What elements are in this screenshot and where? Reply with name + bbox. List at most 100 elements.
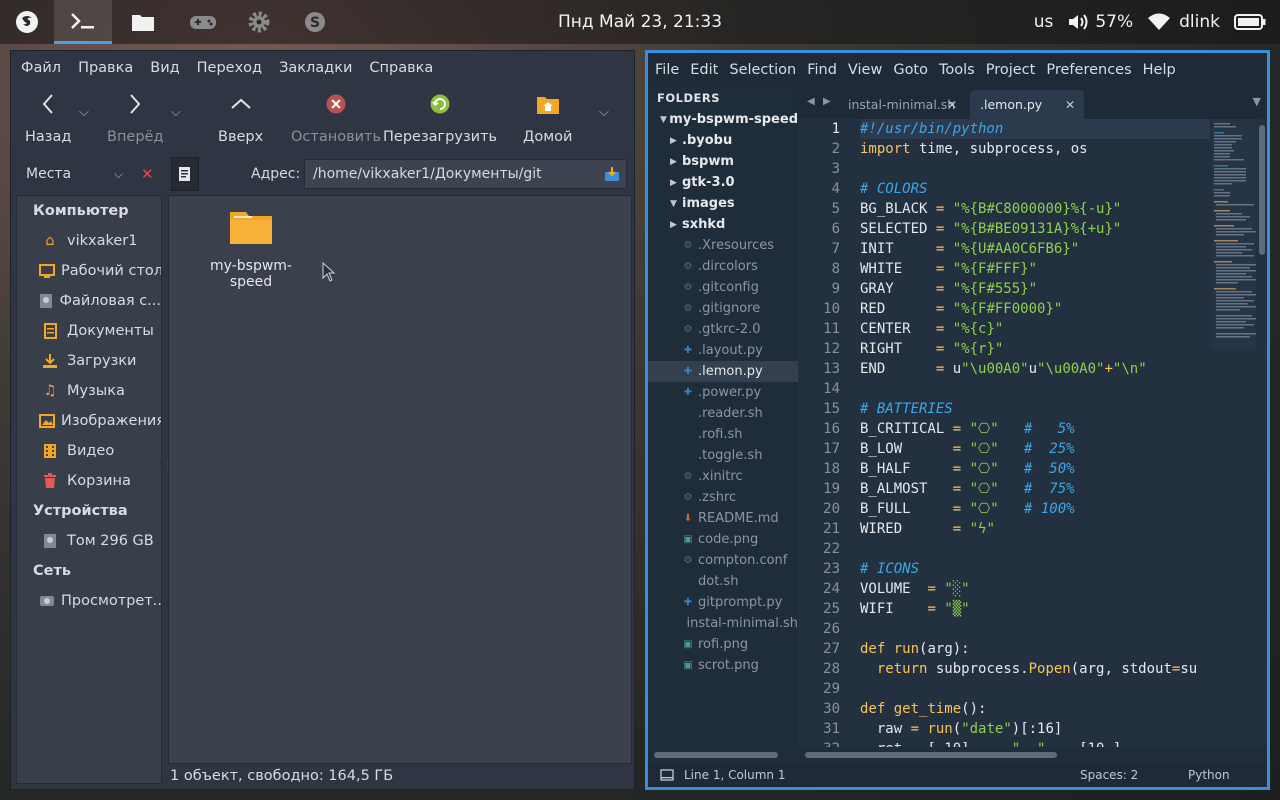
tree-file[interactable]: ⬇ README.md: [648, 508, 798, 529]
code-line[interactable]: B_CRITICAL = "⎔" # 5%: [860, 419, 1210, 439]
code-line[interactable]: WIFI = "▒": [860, 599, 1210, 619]
code-line[interactable]: raw = run("date")[:16]: [860, 719, 1210, 739]
tree-file[interactable]: ⚙ .xinitrc: [648, 466, 798, 487]
wifi-icon[interactable]: [1147, 12, 1171, 32]
tree-file[interactable]: ⚙ compton.conf: [648, 550, 798, 571]
folder-icon[interactable]: [116, 0, 170, 44]
code-line[interactable]: [860, 159, 1210, 179]
sidebar-item-music[interactable]: ♫ Музыка: [17, 376, 161, 406]
panel-toggle-icon[interactable]: [660, 769, 674, 781]
folder-item[interactable]: my-bspwm-speed: [191, 208, 311, 290]
tree-folder-sxhkd[interactable]: ▶ sxhkd: [648, 214, 798, 235]
sidebar-item-browse-network[interactable]: Просмотрет...: [17, 586, 161, 616]
code-line[interactable]: return subprocess.Popen(arg, stdout=su: [860, 659, 1210, 679]
sidebar-item-volume[interactable]: Том 296 GB: [17, 526, 161, 556]
menu-find[interactable]: Find: [807, 62, 848, 78]
go-to-address-icon[interactable]: [604, 166, 620, 186]
horizontal-scrollbar[interactable]: [648, 747, 1267, 763]
tab-lemon-py[interactable]: .lemon.py ✕: [970, 90, 1084, 119]
code-line[interactable]: CENTER = "%{c}": [860, 319, 1210, 339]
toolbar-overflow-dropdown[interactable]: ⌵: [599, 105, 609, 120]
firefox-icon[interactable]: [0, 0, 54, 44]
code-line[interactable]: B_ALMOST = "⎔" # 75%: [860, 479, 1210, 499]
sidebar-item-downloads[interactable]: Загрузки: [17, 346, 161, 376]
tree-file[interactable]: .toggle.sh: [648, 445, 798, 466]
code-line[interactable]: # BATTERIES: [860, 399, 1210, 419]
code-line[interactable]: # ICONS: [860, 559, 1210, 579]
tree-file[interactable]: .reader.sh: [648, 403, 798, 424]
code-line[interactable]: ret [ 10] " " [10 ]: [860, 739, 1210, 747]
menu-file[interactable]: Файл: [21, 60, 70, 76]
sidebar-item-desktop[interactable]: Рабочий стол: [17, 256, 161, 286]
tree-file[interactable]: ⚙ .gitconfig: [648, 277, 798, 298]
tab-scroll-right-icon[interactable]: ▶: [823, 96, 831, 107]
home-button[interactable]: Домой: [523, 91, 572, 145]
tab-scroll-left-icon[interactable]: ◀: [807, 96, 815, 107]
code-line[interactable]: B_HALF = "⎔" # 50%: [860, 459, 1210, 479]
vertical-scroll-thumb[interactable]: [1259, 125, 1265, 255]
tree-file[interactable]: ⚙ .dircolors: [648, 256, 798, 277]
sidebar-item-documents[interactable]: Документы: [17, 316, 161, 346]
close-sidebar-icon[interactable]: ✕: [141, 165, 154, 183]
tree-folder-gtk30[interactable]: ▶ gtk-3.0: [648, 172, 798, 193]
gamepad-icon[interactable]: [176, 0, 230, 44]
forward-history-dropdown[interactable]: ⌵: [171, 105, 181, 120]
code-line[interactable]: RIGHT = "%{r}": [860, 339, 1210, 359]
menu-preferences[interactable]: Preferences: [1046, 62, 1142, 78]
indentation-setting[interactable]: Spaces: 2: [1080, 768, 1138, 782]
menu-tools[interactable]: Tools: [939, 62, 986, 78]
reload-button[interactable]: Перезагрузить: [383, 91, 497, 145]
tab-list-dropdown-icon[interactable]: ▼: [1253, 95, 1261, 108]
tree-file[interactable]: dot.sh: [648, 571, 798, 592]
horizontal-scroll-thumb[interactable]: [805, 752, 1057, 758]
code-line[interactable]: def run(arg):: [860, 639, 1210, 659]
sidebar-item-pictures[interactable]: Изображения: [17, 406, 161, 436]
code-line[interactable]: B_FULL = "⎔" # 100%: [860, 499, 1210, 519]
tree-folder-images[interactable]: ▼ images: [648, 193, 798, 214]
tree-file[interactable]: ⚙ .gtkrc-2.0: [648, 319, 798, 340]
battery-icon[interactable]: [1234, 13, 1266, 31]
code-line[interactable]: RED = "%{F#FF0000}": [860, 299, 1210, 319]
syntax-setting[interactable]: Python: [1188, 768, 1230, 782]
battery-percent[interactable]: 57%: [1095, 12, 1133, 32]
tree-folder-bspwm[interactable]: ▶ bspwm: [648, 151, 798, 172]
code-area[interactable]: #!/usr/bin/python import time, subprocess…: [860, 119, 1210, 747]
tree-file[interactable]: ✚ .lemon.py: [648, 361, 798, 382]
keyboard-layout[interactable]: us: [1034, 12, 1054, 32]
toggle-path-button[interactable]: [171, 157, 199, 191]
minimap[interactable]: [1212, 119, 1256, 349]
code-line[interactable]: INIT = "%{U#AA0C6FB6}": [860, 239, 1210, 259]
tree-file[interactable]: instal-minimal.sh: [648, 613, 798, 634]
tree-file[interactable]: ⚙ .zshrc: [648, 487, 798, 508]
tree-file[interactable]: .rofi.sh: [648, 424, 798, 445]
back-button[interactable]: Назад: [25, 91, 71, 145]
tree-file[interactable]: ▣ scrot.png: [648, 655, 798, 676]
sidebar-item-videos[interactable]: Видео: [17, 436, 161, 466]
code-line[interactable]: #!/usr/bin/python: [860, 119, 1210, 139]
code-line[interactable]: GRAY = "%{F#555}": [860, 279, 1210, 299]
tree-folder-byobu[interactable]: ▶ .byobu: [648, 130, 798, 151]
menu-project[interactable]: Project: [986, 62, 1047, 78]
settings-icon[interactable]: [232, 0, 286, 44]
menu-go[interactable]: Переход: [197, 60, 271, 76]
forward-button[interactable]: Вперёд: [107, 91, 164, 145]
sidebar-scroll-thumb[interactable]: [654, 752, 778, 758]
menu-bookmarks[interactable]: Закладки: [279, 60, 361, 76]
tree-file[interactable]: ⚙ .Xresources: [648, 235, 798, 256]
sidebar-item-home[interactable]: ⌂ vikxaker1: [17, 226, 161, 256]
code-line[interactable]: SELECTED = "%{B#BE09131A}%{+u}": [860, 219, 1210, 239]
code-line[interactable]: def get_time():: [860, 699, 1210, 719]
code-line[interactable]: [860, 679, 1210, 699]
menu-edit[interactable]: Edit: [690, 62, 729, 78]
close-tab-icon[interactable]: ✕: [947, 98, 957, 112]
vertical-scrollbar[interactable]: [1257, 119, 1267, 747]
menu-help[interactable]: Справка: [369, 60, 442, 76]
tree-file[interactable]: ✚ gitprompt.py: [648, 592, 798, 613]
menu-view[interactable]: View: [848, 62, 893, 78]
code-line[interactable]: WHITE = "%{F#FFF}": [860, 259, 1210, 279]
code-line[interactable]: BG_BLACK = "%{B#C8000000}%{-u}": [860, 199, 1210, 219]
menu-file[interactable]: File: [655, 62, 690, 78]
address-field[interactable]: /home/vikxaker1/Документы/git: [304, 159, 627, 189]
pane-resize-handle[interactable]: ⋮: [163, 461, 173, 477]
sidebar-item-filesystem[interactable]: Файловая с...: [17, 286, 161, 316]
